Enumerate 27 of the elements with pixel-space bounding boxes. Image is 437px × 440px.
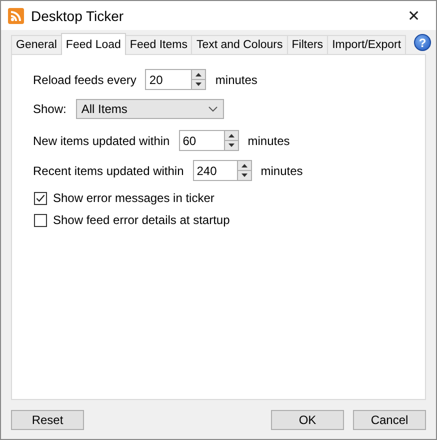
setting-label: New items updated within — [33, 134, 170, 148]
show-dropdown[interactable]: All Items — [76, 99, 224, 119]
tab[interactable]: Feed Load — [60, 33, 126, 55]
setting-label: Recent items updated within — [33, 164, 184, 178]
tab[interactable]: General — [11, 35, 62, 54]
checkbox[interactable] — [34, 192, 47, 204]
checkbox-label: Show feed error details at startup — [53, 213, 230, 227]
unit-label: minutes — [215, 72, 258, 86]
dialog-button[interactable]: OK — [271, 410, 344, 430]
number-field[interactable]: 60 — [178, 130, 224, 151]
spinner-arrows-icon[interactable] — [236, 160, 252, 181]
setting-label: Show: — [33, 102, 66, 116]
rss-icon — [8, 8, 24, 24]
setting-label: Reload feeds every — [33, 72, 136, 86]
checkbox-label: Show error messages in ticker — [53, 191, 214, 205]
close-button[interactable]: ✕ — [392, 1, 436, 30]
window-title: Desktop Ticker — [31, 8, 125, 24]
unit-label: minutes — [260, 164, 303, 178]
spinner-arrows-icon[interactable] — [224, 130, 239, 151]
chevron-down-icon — [208, 106, 218, 112]
number-field[interactable]: 240 — [192, 160, 237, 181]
tab[interactable]: Import/Export — [327, 35, 406, 54]
unit-label: minutes — [248, 134, 290, 148]
dialog-button[interactable]: Cancel — [353, 410, 426, 430]
reset-button[interactable]: Reset — [11, 410, 84, 430]
spinner-arrows-icon[interactable] — [191, 69, 206, 90]
checkbox[interactable] — [34, 214, 47, 226]
